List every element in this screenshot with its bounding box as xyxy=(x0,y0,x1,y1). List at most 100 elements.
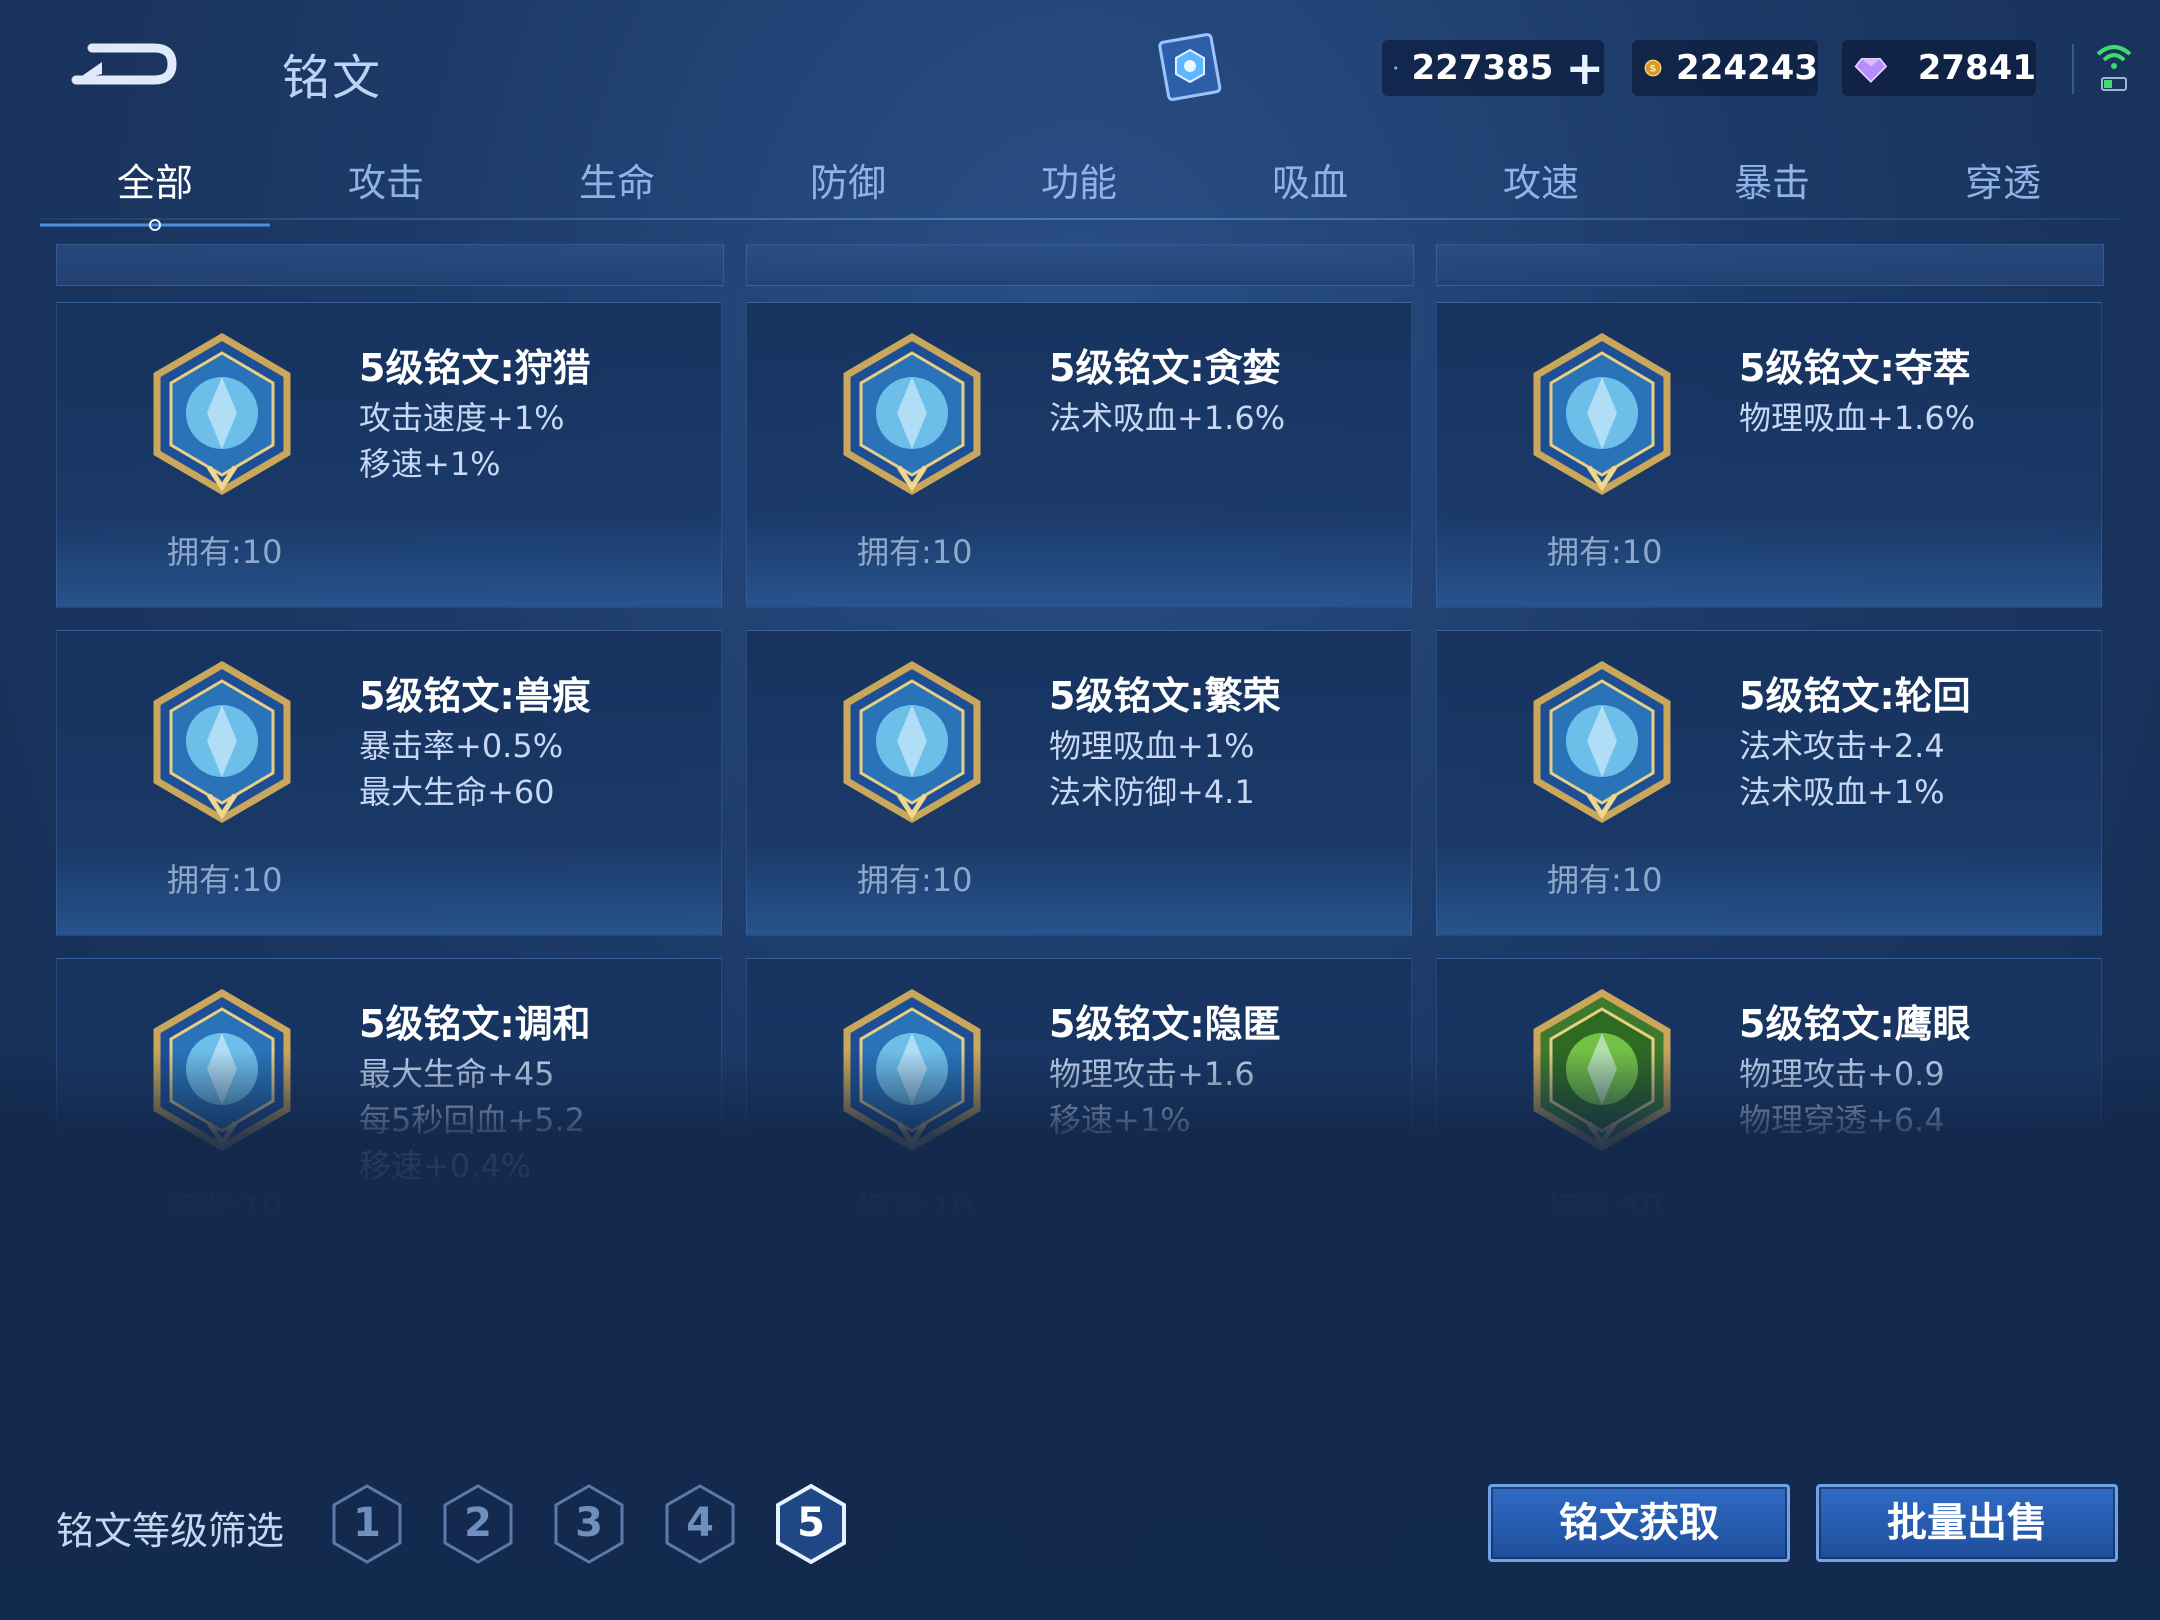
tab-defense[interactable]: 防御 xyxy=(733,152,963,207)
category-tabs: 全部 攻击 生命 防御 功能 吸血 攻速 暴击 穿透 xyxy=(40,140,2120,231)
partial-card xyxy=(56,244,724,286)
claw-emblem-icon xyxy=(153,660,291,824)
page-title: 铭文 xyxy=(282,50,383,106)
owned-count: 拥有:10 xyxy=(1547,1189,1663,1227)
gem-currency: 27841 xyxy=(1842,40,2036,96)
inscription-name: 5级铭文:鹰眼 xyxy=(1739,1002,1971,1046)
gold-currency: S 224243 xyxy=(1632,40,1818,96)
owned-count: 拥有:10 xyxy=(1547,533,1663,571)
attribute-line: 法术攻击+2.4 xyxy=(1739,727,1945,765)
attribute-line: 移速+1% xyxy=(359,445,501,483)
drop-emblem-icon xyxy=(153,988,291,1152)
tab-attack-speed[interactable]: 攻速 xyxy=(1426,152,1656,207)
attribute-line: 物理攻击+1.6 xyxy=(1049,1055,1255,1093)
level-filter-5[interactable]: 5 xyxy=(774,1482,848,1566)
level-label: 5 xyxy=(797,1500,825,1546)
acquire-inscription-button[interactable]: 铭文获取 xyxy=(1488,1484,1790,1562)
back-arrow-icon[interactable] xyxy=(62,28,182,98)
inscription-card[interactable]: 5级铭文:心眼 攻击速度+0.6% xyxy=(56,1286,722,1414)
inscription-name: 5级铭文:怜悯 xyxy=(1049,1330,1281,1374)
inscription-attributes: 物理防御+9 xyxy=(1739,1379,1914,1414)
inscription-card[interactable]: 5级铭文:轮回 法术攻击+2.4 法术吸血+1% 拥有:10 xyxy=(1436,630,2102,936)
tab-crit[interactable]: 暴击 xyxy=(1657,152,1887,207)
partial-card xyxy=(746,244,1414,286)
tab-label: 攻击 xyxy=(347,161,424,205)
inscription-card[interactable]: 5级铭文:鹰眼 物理攻击+0.9 物理穿透+6.4 拥有:10 xyxy=(1436,958,2102,1264)
attribute-line: 攻击速度+0.6% xyxy=(359,1383,596,1414)
attribute-line: 物理吸血+1.6% xyxy=(1739,399,1976,437)
lightning-emblem-icon xyxy=(153,332,291,496)
inscription-card[interactable]: 5级铭文:夺萃物理吸血+1.6% 拥有:10 xyxy=(1436,302,2102,608)
inscription-card[interactable]: 5级铭文:兽痕 暴击率+0.5% 最大生命+60 拥有:10 xyxy=(56,630,722,936)
owned-count: 拥有:10 xyxy=(857,1189,973,1227)
tab-label: 防御 xyxy=(809,161,886,205)
attribute-line: 攻击速度+1% xyxy=(359,399,565,437)
inscription-card[interactable]: 5级铭文:隐匿物理攻击+1.6 移速+1% 拥有:10 xyxy=(746,958,1412,1264)
inscription-attributes: 攻击速度+0.6% xyxy=(359,1379,595,1414)
inscription-attributes: 冷却缩减+1% xyxy=(1049,1379,1255,1414)
tab-label: 全部 xyxy=(116,161,193,205)
attribute-line: 法术吸血+1% xyxy=(1739,773,1945,811)
owned-count: 拥有:10 xyxy=(167,861,283,899)
tab-attack[interactable]: 攻击 xyxy=(271,152,501,207)
attribute-line: 冷却缩减+1% xyxy=(1049,1383,1255,1414)
attribute-line: 移速+1% xyxy=(1049,1101,1191,1139)
level-filter-3[interactable]: 3 xyxy=(552,1482,626,1566)
level-label: 1 xyxy=(353,1500,381,1546)
attribute-line: 最大生命+45 xyxy=(359,1055,555,1093)
inscription-name: 5级铭文:夺萃 xyxy=(1739,346,1971,390)
tab-lifesteal[interactable]: 吸血 xyxy=(1195,152,1425,207)
tab-all[interactable]: 全部 xyxy=(40,152,270,231)
add-coupon-button[interactable]: + xyxy=(1565,45,1604,91)
gold-value: 224243 xyxy=(1676,48,1818,88)
attribute-line: 物理穿透+6.4 xyxy=(1739,1101,1945,1139)
inscription-attributes: 法术吸血+1.6% xyxy=(1049,395,1285,441)
gold-coin-icon: S xyxy=(1644,59,1662,77)
tab-health[interactable]: 生命 xyxy=(502,152,732,207)
purple-gem-icon xyxy=(1854,58,1888,83)
owned-count: 拥有:10 xyxy=(167,533,283,571)
attribute-line: 暴击率+0.5% xyxy=(359,727,564,765)
owned-count: 拥有:10 xyxy=(1547,861,1663,899)
coupon-currency: 227385 + xyxy=(1382,40,1604,96)
header-divider xyxy=(2072,44,2074,94)
level-filter-4[interactable]: 4 xyxy=(663,1482,737,1566)
top-bar: 铭文 227385 + S 224243 27841 xyxy=(0,0,2160,140)
inscription-card[interactable]: 5级铭文:怜悯冷却缩减+1% xyxy=(746,1286,1412,1414)
inscription-card[interactable]: 5级铭文:调和 最大生命+45 每5秒回血+5.2 移速+0.4% 拥有:10 xyxy=(56,958,722,1264)
level-filter-2[interactable]: 2 xyxy=(441,1482,515,1566)
inscription-card[interactable]: 5级铭文:狩猎攻击速度+1% 移速+1% 拥有:10 xyxy=(56,302,722,608)
owned-count: 拥有:10 xyxy=(857,533,973,571)
inscription-name: 5级铭文:隐匿 xyxy=(1049,1002,1281,1046)
inscription-name: 5级铭文:繁荣 xyxy=(1049,674,1281,718)
attribute-line: 物理防御+9 xyxy=(1739,1383,1915,1414)
owned-count: 拥有:10 xyxy=(857,861,973,899)
inscription-attributes: 物理吸血+1.6% xyxy=(1739,395,1975,441)
shield-emblem-icon xyxy=(1533,1316,1671,1414)
inscription-name: 5级铭文:兽痕 xyxy=(359,674,591,718)
crystal-emblem-icon xyxy=(843,1316,981,1414)
tab-label: 生命 xyxy=(578,161,655,205)
inscription-attributes: 最大生命+45 每5秒回血+5.2 移速+0.4% xyxy=(359,1051,585,1189)
cross-star-emblem-icon xyxy=(843,660,981,824)
inscription-name: 5级铭文:贪婪 xyxy=(1049,346,1281,390)
knot-emblem-icon xyxy=(1533,332,1671,496)
level-filter-1[interactable]: 1 xyxy=(330,1482,404,1566)
inscription-card[interactable]: 5级铭文:贪婪 法术吸血+1.6% 拥有:10 xyxy=(746,302,1412,608)
level-label: 2 xyxy=(464,1500,492,1546)
inscription-grid[interactable]: 5级铭文:狩猎 攻击速度+1% 移速+1% 拥有:10 5级铭文:贪婪 法术吸血+1.6%… xyxy=(56,244,2106,1414)
tab-divider xyxy=(40,218,2120,220)
inscription-attributes: 物理吸血+1% 法术防御+4.1 xyxy=(1049,723,1255,815)
tab-utility[interactable]: 功能 xyxy=(964,152,1194,207)
star-emblem-icon xyxy=(843,332,981,496)
tab-label: 暴击 xyxy=(1733,161,1810,205)
inscription-attributes: 法术攻击+2.4 法术吸血+1% xyxy=(1739,723,1945,815)
inscription-card[interactable]: 5级铭文:霸者 物理防御+9 xyxy=(1436,1286,2102,1414)
bulk-sell-button[interactable]: 批量出售 xyxy=(1816,1484,2118,1562)
leaf-emblem-icon xyxy=(153,1316,291,1414)
tab-penetration[interactable]: 穿透 xyxy=(1888,152,2118,207)
rune-book-icon[interactable] xyxy=(1150,28,1230,108)
inscription-card[interactable]: 5级铭文:繁荣物理吸血+1% 法术防御+4.1 拥有:10 xyxy=(746,630,1412,936)
clover-emblem-icon xyxy=(1533,988,1671,1152)
inscription-name: 5级铭文:狩猎 xyxy=(359,346,591,390)
